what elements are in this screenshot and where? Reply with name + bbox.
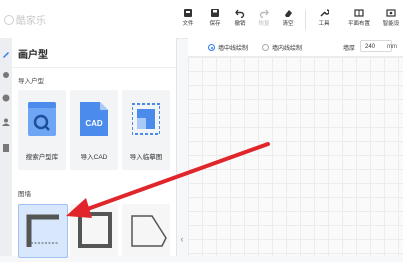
app-logo: 酷家乐 <box>4 12 46 27</box>
polygon-wall-card[interactable] <box>122 204 170 256</box>
cad-file-icon: CAD <box>80 102 108 136</box>
top-toolbar: 酷家乐 文件 保存 撤销 恢复 清空 工具 平面布置 智能设 <box>0 0 403 39</box>
import-section-title: 导入户型 <box>18 78 44 85</box>
left-rail <box>0 38 12 256</box>
gear-icon <box>2 94 10 102</box>
room-wall-card[interactable] <box>70 204 118 256</box>
radio-dot <box>262 44 269 51</box>
file-icon <box>184 9 192 17</box>
draw-plan-rail-button[interactable] <box>1 46 11 58</box>
file-button[interactable]: 文件 <box>176 6 200 34</box>
panel-divider <box>12 67 176 68</box>
pencil-icon <box>3 52 9 58</box>
toolbar-divider <box>305 10 306 30</box>
drawing-canvas[interactable] <box>188 57 403 256</box>
pin-icon <box>3 72 9 78</box>
layout-button[interactable]: 平面布置 <box>344 6 374 34</box>
svg-text:CAD: CAD <box>85 119 103 128</box>
import-cad-card[interactable]: CAD 导入CAD <box>70 90 118 170</box>
straight-wall-card[interactable] <box>18 204 68 258</box>
eraser-icon <box>285 10 292 17</box>
import-trace-image-card[interactable]: 导入临摹图 <box>122 90 170 170</box>
panel-title: 画户型 <box>18 50 48 61</box>
wrench-icon <box>320 9 329 17</box>
thickness-input[interactable]: 240 mm <box>360 40 397 52</box>
search-icon <box>28 102 56 136</box>
smart-design-button[interactable]: 智能设 <box>378 6 403 34</box>
user-rail-button[interactable] <box>1 114 11 126</box>
wall-section-title: 图墙 <box>18 191 31 198</box>
save-button[interactable]: 保存 <box>203 6 227 34</box>
list-rail-button[interactable] <box>1 140 11 152</box>
clear-button[interactable]: 清空 <box>276 6 300 34</box>
save-icon <box>211 9 219 17</box>
inner-line-radio[interactable]: 墙内线绘制 <box>262 43 302 52</box>
straight-wall-icon <box>26 214 59 247</box>
room-wall-icon <box>78 212 112 248</box>
user-icon <box>2 118 10 126</box>
undo-icon <box>235 9 245 18</box>
polygon-wall-icon <box>131 215 167 247</box>
draw-plan-panel: 画户型 导入户型 搜索户型库 CAD 导入CAD 导入临摹图 图墙 <box>12 38 177 258</box>
collapse-panel-button[interactable]: ‹ <box>177 230 187 248</box>
list-icon <box>3 144 9 152</box>
undo-button[interactable]: 撤销 <box>228 6 252 34</box>
tools-button[interactable]: 工具 <box>312 6 336 34</box>
radio-dot <box>208 44 215 51</box>
wall-options-bar: 墙中线绘制 墙内线绘制 墙厚 240 mm <box>188 38 403 57</box>
component-rail-button[interactable] <box>1 68 11 78</box>
floorplan-icon <box>354 9 364 17</box>
redo-button[interactable]: 恢复 <box>252 6 276 34</box>
thickness-label: 墙厚 <box>343 46 356 52</box>
trace-image-icon <box>132 103 160 135</box>
smart-design-icon <box>386 9 396 17</box>
search-plan-library-card[interactable]: 搜索户型库 <box>18 90 66 170</box>
chevron-left-icon: ‹ <box>180 234 184 244</box>
logo-icon <box>4 15 14 25</box>
redo-icon <box>259 9 269 18</box>
model-rail-button[interactable] <box>1 90 11 102</box>
center-line-radio[interactable]: 墙中线绘制 <box>208 43 248 52</box>
